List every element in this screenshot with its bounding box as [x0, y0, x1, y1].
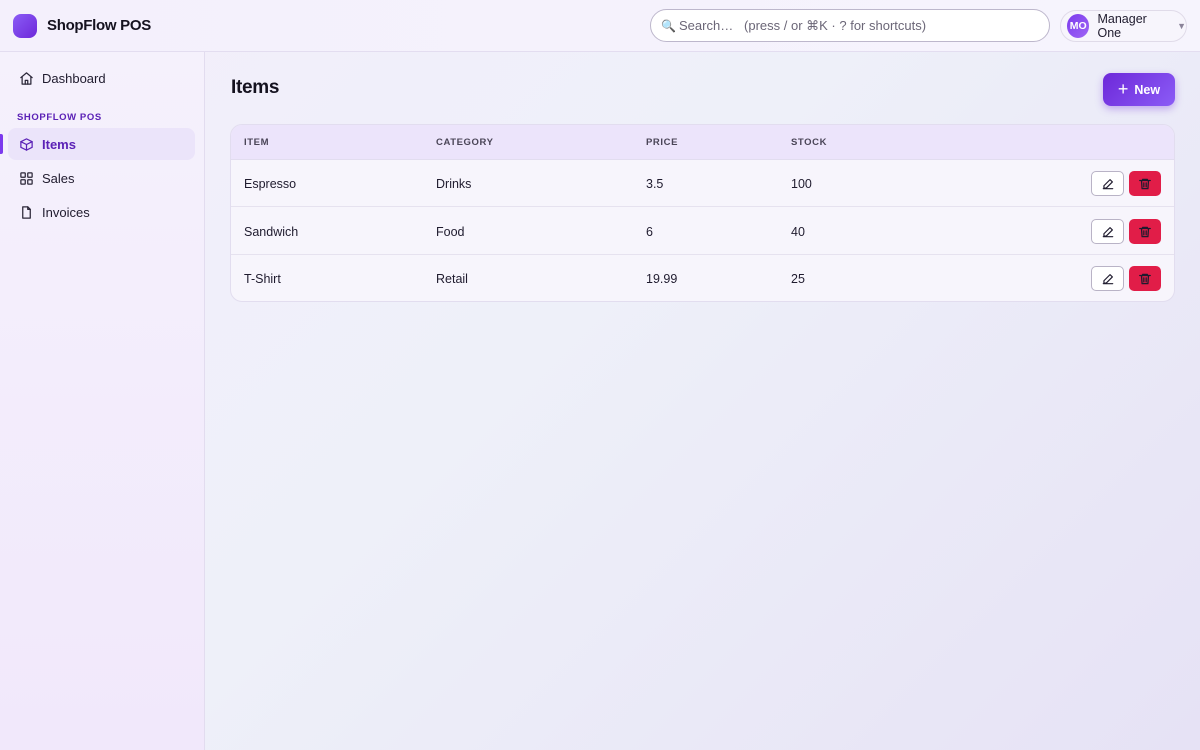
- pencil-icon: [1102, 178, 1113, 189]
- cell-category: Retail: [436, 272, 468, 286]
- search-input[interactable]: [679, 18, 1039, 33]
- pencil-icon: [1102, 273, 1113, 284]
- cell-price: 19.99: [646, 272, 678, 286]
- trash-icon: [1139, 178, 1151, 189]
- sidebar-section-label: SHOPFLOW POS: [17, 112, 102, 123]
- delete-button[interactable]: [1129, 219, 1161, 244]
- new-item-button[interactable]: + New: [1103, 73, 1175, 106]
- sidebar: Dashboard SHOPFLOW POS Items Sales Invoi…: [0, 52, 205, 750]
- app-name: ShopFlow POS: [47, 17, 151, 34]
- cell-stock: 100: [791, 177, 812, 191]
- page-title: Items: [231, 77, 280, 98]
- items-table: ITEM CATEGORY PRICE STOCK Espresso Drink…: [230, 124, 1175, 302]
- cell-item: T-Shirt: [244, 272, 281, 286]
- cell-item: Espresso: [244, 177, 297, 191]
- edit-button[interactable]: [1091, 219, 1124, 244]
- cell-price: 3.5: [646, 177, 664, 191]
- chevron-down-icon: ▼: [1177, 21, 1186, 31]
- plus-icon: +: [1117, 78, 1129, 99]
- trash-icon: [1139, 273, 1151, 284]
- brand-logo-icon: [13, 13, 37, 38]
- new-button-label: New: [1134, 82, 1161, 97]
- home-icon: [18, 70, 34, 86]
- grid-icon: [18, 170, 34, 186]
- search-icon: 🔍: [661, 18, 676, 33]
- sidebar-item-sales[interactable]: Sales: [8, 162, 195, 194]
- table-row[interactable]: Sandwich Food 6 40: [231, 208, 1174, 255]
- sidebar-item-label: Items: [42, 136, 76, 152]
- column-header-price[interactable]: PRICE: [646, 137, 678, 148]
- table-header: ITEM CATEGORY PRICE STOCK: [231, 125, 1174, 160]
- cell-item: Sandwich: [244, 225, 299, 239]
- cell-stock: 40: [791, 225, 805, 239]
- sidebar-item-label: Sales: [42, 170, 75, 186]
- avatar: MO: [1067, 14, 1090, 38]
- delete-button[interactable]: [1129, 171, 1161, 196]
- top-bar: ShopFlow POS 🔍 MO Manager One ▼: [0, 0, 1200, 52]
- cell-stock: 25: [791, 272, 805, 286]
- edit-button[interactable]: [1091, 266, 1124, 291]
- search-box[interactable]: 🔍: [650, 9, 1050, 42]
- sidebar-item-invoices[interactable]: Invoices: [8, 196, 195, 228]
- cell-category: Food: [436, 225, 465, 239]
- user-menu[interactable]: MO Manager One ▼: [1060, 10, 1187, 42]
- sidebar-item-dashboard[interactable]: Dashboard: [8, 62, 195, 94]
- trash-icon: [1139, 226, 1151, 237]
- sidebar-item-label: Invoices: [42, 204, 90, 220]
- delete-button[interactable]: [1129, 266, 1161, 291]
- sidebar-item-items[interactable]: Items: [8, 128, 195, 160]
- sidebar-item-label: Dashboard: [42, 70, 106, 86]
- file-icon: [18, 204, 34, 220]
- cell-category: Drinks: [436, 177, 472, 191]
- column-header-category[interactable]: CATEGORY: [436, 137, 494, 148]
- pencil-icon: [1102, 226, 1113, 237]
- cell-price: 6: [646, 225, 653, 239]
- column-header-stock[interactable]: STOCK: [791, 137, 827, 148]
- table-row[interactable]: Espresso Drinks 3.5 100: [231, 160, 1174, 207]
- edit-button[interactable]: [1091, 171, 1124, 196]
- active-indicator: [0, 134, 3, 154]
- brand[interactable]: ShopFlow POS: [13, 13, 151, 38]
- user-name: Manager One: [1097, 12, 1147, 40]
- table-row[interactable]: T-Shirt Retail 19.99 25: [231, 255, 1174, 301]
- column-header-item[interactable]: ITEM: [244, 137, 269, 148]
- box-icon: [18, 136, 34, 152]
